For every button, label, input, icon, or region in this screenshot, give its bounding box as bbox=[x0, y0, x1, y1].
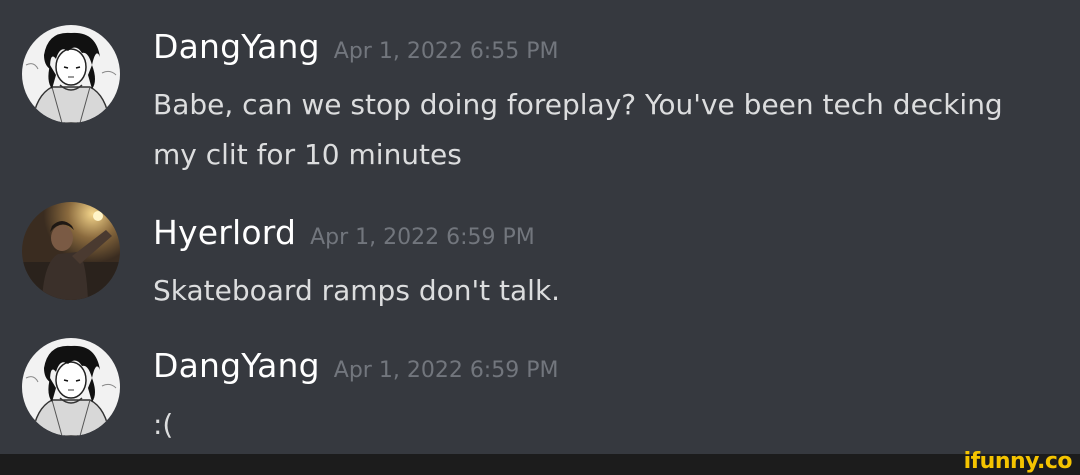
message-text: :( bbox=[153, 400, 1073, 450]
user-avatar[interactable] bbox=[22, 338, 120, 436]
user-avatar[interactable] bbox=[22, 202, 120, 300]
message-header: DangYang Apr 1, 2022 6:59 PM bbox=[153, 346, 558, 385]
username[interactable]: Hyerlord bbox=[153, 213, 296, 252]
user-avatar[interactable] bbox=[22, 25, 120, 123]
message-header: Hyerlord Apr 1, 2022 6:59 PM bbox=[153, 213, 535, 252]
anime-avatar-icon bbox=[22, 25, 120, 123]
timestamp[interactable]: Apr 1, 2022 6:59 PM bbox=[310, 225, 535, 250]
timestamp[interactable]: Apr 1, 2022 6:59 PM bbox=[334, 358, 559, 383]
watermark-bar bbox=[0, 454, 1080, 475]
anime-avatar-icon bbox=[22, 338, 120, 436]
watermark-logo: ifunny.co bbox=[963, 449, 1073, 474]
message-line: :( bbox=[153, 408, 174, 441]
username[interactable]: DangYang bbox=[153, 346, 320, 385]
photo-avatar-icon bbox=[22, 202, 120, 300]
message-line: Skateboard ramps don't talk. bbox=[153, 274, 561, 307]
timestamp[interactable]: Apr 1, 2022 6:55 PM bbox=[334, 39, 559, 64]
message-text: Skateboard ramps don't talk. bbox=[153, 266, 1073, 316]
username[interactable]: DangYang bbox=[153, 27, 320, 66]
message-header: DangYang Apr 1, 2022 6:55 PM bbox=[153, 27, 558, 66]
message-line: my clit for 10 minutes bbox=[153, 138, 462, 171]
message-line: Babe, can we stop doing foreplay? You've… bbox=[153, 88, 1003, 121]
message-text: Babe, can we stop doing foreplay? You've… bbox=[153, 80, 1073, 180]
